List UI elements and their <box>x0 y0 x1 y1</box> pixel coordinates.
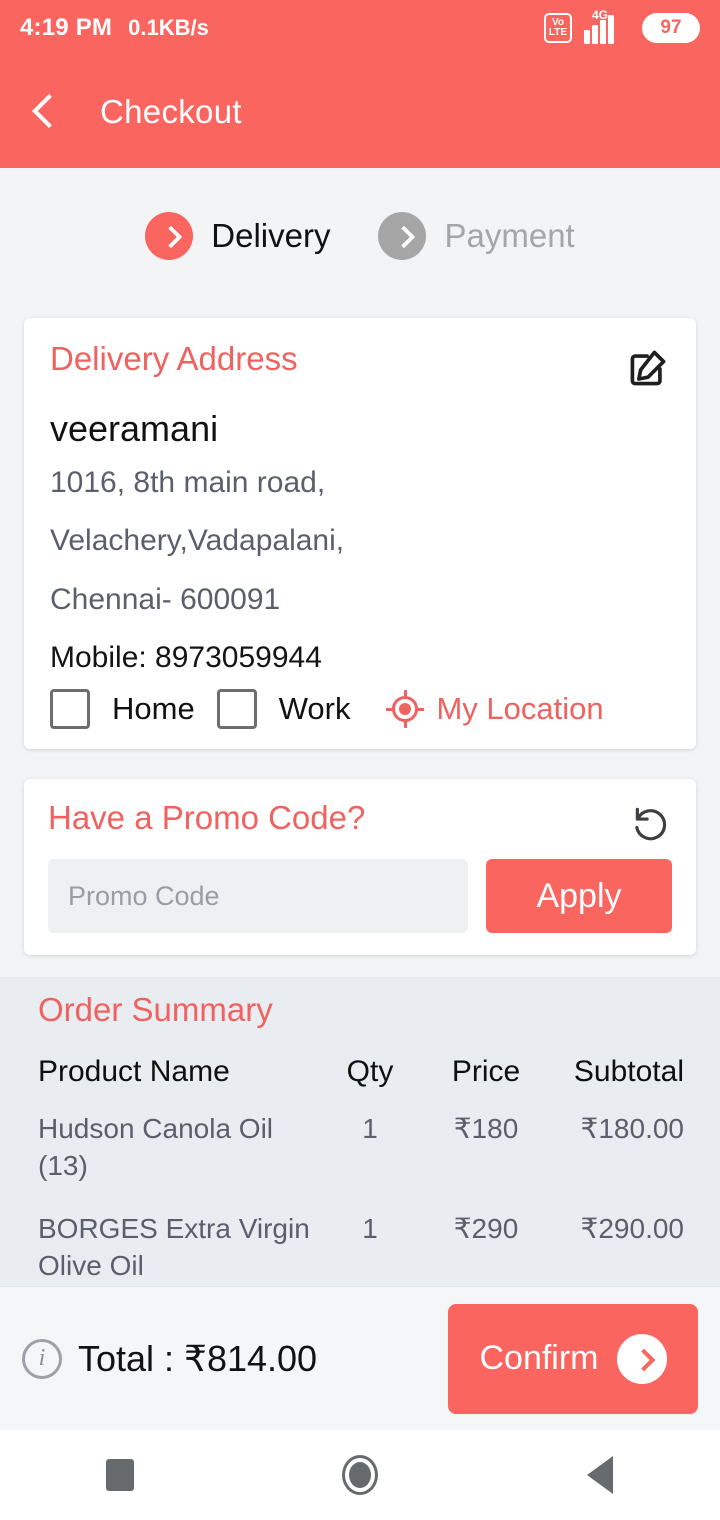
column-subtotal: Subtotal <box>573 1055 684 1089</box>
checkbox-work[interactable] <box>216 689 257 730</box>
step-payment-label: Payment <box>444 217 575 254</box>
nav-home-button[interactable] <box>240 1455 480 1495</box>
info-icon[interactable]: i <box>22 1338 62 1379</box>
status-bar: 4:19 PM 0.1KB/s Vo LTE 4G 97 <box>0 0 720 56</box>
recipient-mobile: Mobile: 8973059944 <box>50 641 322 675</box>
row-qty: 1 <box>362 1113 378 1145</box>
row-product-name: Hudson Canola Oil (13) <box>38 1113 274 1182</box>
address-tag-row: Home Work My Location <box>50 689 670 730</box>
circle-icon <box>342 1455 378 1495</box>
gps-crosshair-icon <box>386 690 425 729</box>
refresh-icon[interactable] <box>630 803 672 845</box>
order-summary-section: Order Summary Product Name Qty Price Sub… <box>0 977 720 1302</box>
promo-code-card: Have a Promo Code? Apply <box>24 779 696 956</box>
edit-icon[interactable] <box>626 346 670 390</box>
promo-code-header: Have a Promo Code? <box>48 799 672 845</box>
confirm-chevron-icon <box>616 1333 667 1384</box>
checkout-stepper: Delivery Payment <box>0 168 720 304</box>
status-time: 4:19 PM <box>20 14 113 41</box>
delivery-address-card: Delivery Address veeramani 1016, 8th mai… <box>24 318 696 750</box>
order-summary-scroll[interactable]: Product Name Qty Price Subtotal Hudson C… <box>24 1029 696 1287</box>
page-title: Checkout <box>100 93 242 130</box>
column-product-name: Product Name <box>38 1055 230 1089</box>
signal-generation-label: 4G <box>592 8 609 22</box>
address-line-1: 1016, 8th main road, <box>50 466 326 499</box>
signal-bars-icon: 4G <box>584 8 630 44</box>
checkout-screen: 4:19 PM 0.1KB/s Vo LTE 4G 97 Checkout De… <box>0 0 720 1520</box>
battery-indicator: 97 <box>642 13 700 43</box>
row-qty: 1 <box>362 1213 378 1245</box>
promo-code-input[interactable] <box>48 859 468 934</box>
delivery-address-title: Delivery Address <box>50 340 298 377</box>
nav-recents-button[interactable] <box>0 1459 240 1491</box>
row-subtotal: ₹290.00 <box>580 1213 684 1245</box>
row-price: ₹290 <box>453 1213 519 1245</box>
volte-bottom-label: LTE <box>548 27 568 38</box>
volte-icon: Vo LTE <box>544 13 572 43</box>
confirm-button-label: Confirm <box>479 1339 599 1377</box>
step-delivery-label: Delivery <box>211 217 331 254</box>
step-delivery[interactable]: Delivery <box>145 212 330 260</box>
delivery-address-header: Delivery Address <box>50 340 670 390</box>
step-payment-chevron-icon <box>378 212 427 260</box>
total-wrapper: i Total : ₹814.00 <box>22 1338 317 1380</box>
row-subtotal: ₹180.00 <box>580 1113 684 1145</box>
total-amount-label: Total : ₹814.00 <box>78 1337 318 1379</box>
address-line-2: Velachery,Vadapalani, <box>50 524 345 558</box>
promo-code-title: Have a Promo Code? <box>48 799 366 837</box>
checkbox-work-label: Work <box>278 691 351 727</box>
promo-code-row: Apply <box>48 859 672 934</box>
status-bar-left: 4:19 PM 0.1KB/s <box>20 14 544 42</box>
status-network-speed: 0.1KB/s <box>128 15 209 40</box>
recipient-name: veeramani <box>50 408 219 449</box>
row-product-name: BORGES Extra Virgin Olive Oil <box>38 1213 310 1282</box>
android-navigation-bar <box>0 1430 720 1520</box>
nav-back-button[interactable] <box>480 1456 720 1494</box>
column-qty: Qty <box>346 1055 394 1089</box>
table-header-row: Product Name Qty Price Subtotal <box>24 1055 696 1111</box>
my-location-label: My Location <box>436 691 604 727</box>
step-delivery-chevron-icon <box>145 212 194 260</box>
table-row: Hudson Canola Oil (13) 1 ₹180 ₹180.00 <box>24 1111 696 1211</box>
my-location-button[interactable]: My Location <box>386 690 604 729</box>
checkbox-home-label: Home <box>112 691 195 727</box>
back-chevron-icon[interactable] <box>28 95 62 129</box>
checkout-bottom-bar: i Total : ₹814.00 Confirm <box>0 1286 720 1430</box>
status-bar-right: Vo LTE 4G 97 <box>544 8 700 44</box>
checkbox-home[interactable] <box>50 689 90 730</box>
app-bar: Checkout <box>0 56 720 168</box>
confirm-button[interactable]: Confirm <box>448 1303 698 1414</box>
order-summary-title: Order Summary <box>38 991 273 1029</box>
step-payment[interactable]: Payment <box>378 212 575 260</box>
square-icon <box>106 1459 135 1491</box>
order-summary-table: Product Name Qty Price Subtotal Hudson C… <box>24 1055 696 1287</box>
address-line-3: Chennai- 600091 <box>50 582 281 616</box>
column-price: Price <box>451 1055 521 1089</box>
apply-promo-button[interactable]: Apply <box>486 859 672 934</box>
row-price: ₹180 <box>453 1113 519 1145</box>
table-row: BORGES Extra Virgin Olive Oil 1 ₹290 ₹29… <box>24 1211 696 1287</box>
triangle-left-icon <box>586 1456 613 1494</box>
